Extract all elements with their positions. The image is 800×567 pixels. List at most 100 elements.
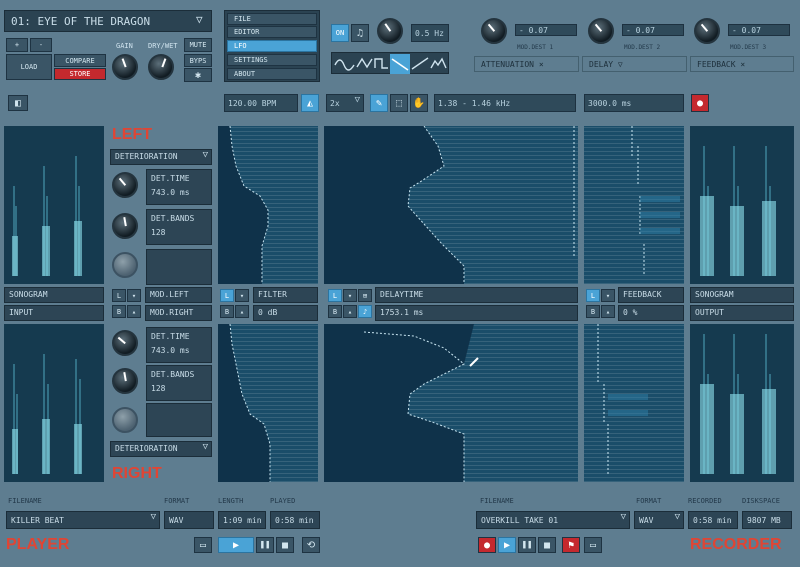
filter-graph-top[interactable] [218, 126, 318, 284]
waveform-icons[interactable] [332, 53, 450, 75]
empty-knob-left[interactable] [112, 252, 138, 278]
select-icon[interactable]: ⬚ [390, 94, 408, 112]
menu-settings[interactable]: SETTINGS [227, 54, 317, 66]
grid-icon[interactable]: ⊞ [358, 289, 372, 302]
feedback-b-button[interactable]: B [586, 305, 600, 318]
mod-right-b-button[interactable]: B [112, 305, 126, 318]
waveform-selector [331, 52, 449, 74]
rec-folder-icon[interactable]: ▭ [584, 537, 602, 553]
deterioration-dropdown-left[interactable]: DETERIORATION [110, 149, 212, 165]
delaytime-value: 1753.1 ms [375, 305, 578, 321]
rec-stop-button[interactable]: ■ [538, 537, 556, 553]
player-filename-dropdown[interactable]: KILLER BEAT [6, 511, 160, 529]
lfo-rate-knob[interactable] [377, 18, 403, 44]
play-button[interactable]: ▶ [218, 537, 254, 553]
filter-arrow-down[interactable]: ▾ [235, 289, 249, 302]
dry-wet-knob[interactable] [148, 54, 174, 80]
loop-icon[interactable]: ⟲ [302, 537, 320, 553]
bell-icon[interactable]: ♫ [351, 24, 369, 42]
marker-icon[interactable]: ⚑ [562, 537, 580, 553]
empty-knob-right[interactable] [112, 407, 138, 433]
delay-l-button[interactable]: L [328, 289, 342, 302]
det-bands-value: 128 [151, 228, 166, 237]
mod-left-arrow[interactable]: ▾ [127, 289, 141, 302]
feedback-l-button[interactable]: L [586, 289, 600, 302]
filter-graph-bottom[interactable] [218, 324, 318, 482]
left-channel-title: LEFT [112, 126, 152, 143]
feedback-graph-bottom[interactable] [584, 324, 684, 482]
recorder-format-dropdown[interactable]: WAV [634, 511, 684, 529]
det-bands-knob-left[interactable] [112, 213, 138, 239]
recorder-filename-dropdown[interactable]: OVERKILL TAKE 01 [476, 511, 630, 529]
rec-pause-button[interactable]: ❚❚ [518, 537, 536, 553]
delaytime-graph-bottom[interactable] [324, 324, 578, 482]
delay-arrow-up[interactable]: ▴ [343, 305, 357, 318]
menu-about[interactable]: ABOUT [227, 68, 317, 80]
time-display: 3000.0 ms [584, 94, 684, 112]
store-button[interactable]: STORE [54, 68, 106, 80]
compare-button[interactable]: COMPARE [54, 54, 106, 67]
menu-lfo[interactable]: LFO [227, 40, 317, 52]
folder-icon[interactable]: ▭ [194, 537, 212, 553]
note-icon[interactable]: ♪ [358, 305, 372, 318]
deterioration-dropdown-right[interactable]: DETERIORATION [110, 441, 212, 457]
sync-icon[interactable]: ◭ [301, 94, 319, 112]
multiplier-dropdown[interactable]: 2x [326, 94, 364, 112]
delay-arrow-down[interactable]: ▾ [343, 289, 357, 302]
pause-button[interactable]: ❚❚ [256, 537, 274, 553]
filter-b-button[interactable]: B [220, 305, 234, 318]
close-icon[interactable]: × [539, 60, 544, 69]
mod-left-l-button[interactable]: L [112, 289, 126, 302]
feedback-slot[interactable]: FEEDBACK × [690, 56, 794, 72]
mod-dest-1-knob[interactable] [481, 18, 507, 44]
panel-toggle-icon[interactable]: ◧ [8, 95, 28, 111]
load-button[interactable]: LOAD [6, 54, 52, 80]
det-bands-value: 128 [151, 384, 166, 393]
filter-l-button[interactable]: L [220, 289, 234, 302]
mod-dest-2-label: MOD.DEST 2 [624, 44, 661, 51]
minus-button[interactable]: - [30, 38, 52, 52]
hand-icon[interactable]: ✋ [410, 94, 428, 112]
menu-editor[interactable]: EDITOR [227, 26, 317, 38]
feedback-arrow-down[interactable]: ▾ [601, 289, 615, 302]
det-time-knob-left[interactable] [112, 172, 138, 198]
mod-dest-2-knob[interactable] [588, 18, 614, 44]
menu-file[interactable]: FILE [227, 13, 317, 25]
det-time-knob-right[interactable] [112, 330, 138, 356]
pencil-icon[interactable]: ✎ [370, 94, 388, 112]
det-bands-knob-right[interactable] [112, 368, 138, 394]
sonogram-graphic [12, 156, 82, 276]
stop-button[interactable]: ■ [276, 537, 294, 553]
record-button[interactable]: ● [478, 537, 496, 553]
chevron-down-icon[interactable]: ▽ [618, 60, 623, 69]
rec-play-button[interactable]: ▶ [498, 537, 516, 553]
feedback-mod-label: FEEDBACK [697, 60, 736, 69]
det-time-value: 743.0 ms [151, 346, 190, 355]
output-sonogram-top [690, 126, 794, 284]
snowflake-icon[interactable]: ✱ [184, 68, 212, 82]
mod-right-arrow[interactable]: ▴ [127, 305, 141, 318]
lfo-on-button[interactable]: ON [331, 24, 349, 42]
bypass-button[interactable]: BYPS [184, 54, 212, 67]
preset-name[interactable]: 01: EYE OF THE DRAGON [4, 10, 212, 32]
mute-button[interactable]: MUTE [184, 38, 212, 52]
attenuation-label: ATTENUATION [481, 60, 534, 69]
delaytime-graph-top[interactable] [324, 126, 578, 284]
empty-box-right [146, 403, 212, 437]
player-length: 1:09 min [218, 511, 266, 529]
mod-dest-3-knob[interactable] [694, 18, 720, 44]
chevron-down-icon[interactable]: ▽ [196, 13, 203, 26]
filter-arrow-up[interactable]: ▴ [235, 305, 249, 318]
plus-button[interactable]: + [6, 38, 28, 52]
close-icon[interactable]: × [740, 60, 745, 69]
attenuation-slot[interactable]: ATTENUATION × [474, 56, 579, 72]
filter-curve [218, 126, 269, 284]
det-bands-label: DET.BANDS [151, 214, 195, 223]
delay-b-button[interactable]: B [328, 305, 342, 318]
feedback-graph-top[interactable] [584, 126, 684, 284]
record-mode-icon[interactable]: ● [691, 94, 709, 112]
bpm-display[interactable]: 120.00 BPM [224, 94, 298, 112]
feedback-arrow-up[interactable]: ▴ [601, 305, 615, 318]
gain-knob[interactable] [112, 54, 138, 80]
delay-slot[interactable]: DELAY ▽ [582, 56, 687, 72]
